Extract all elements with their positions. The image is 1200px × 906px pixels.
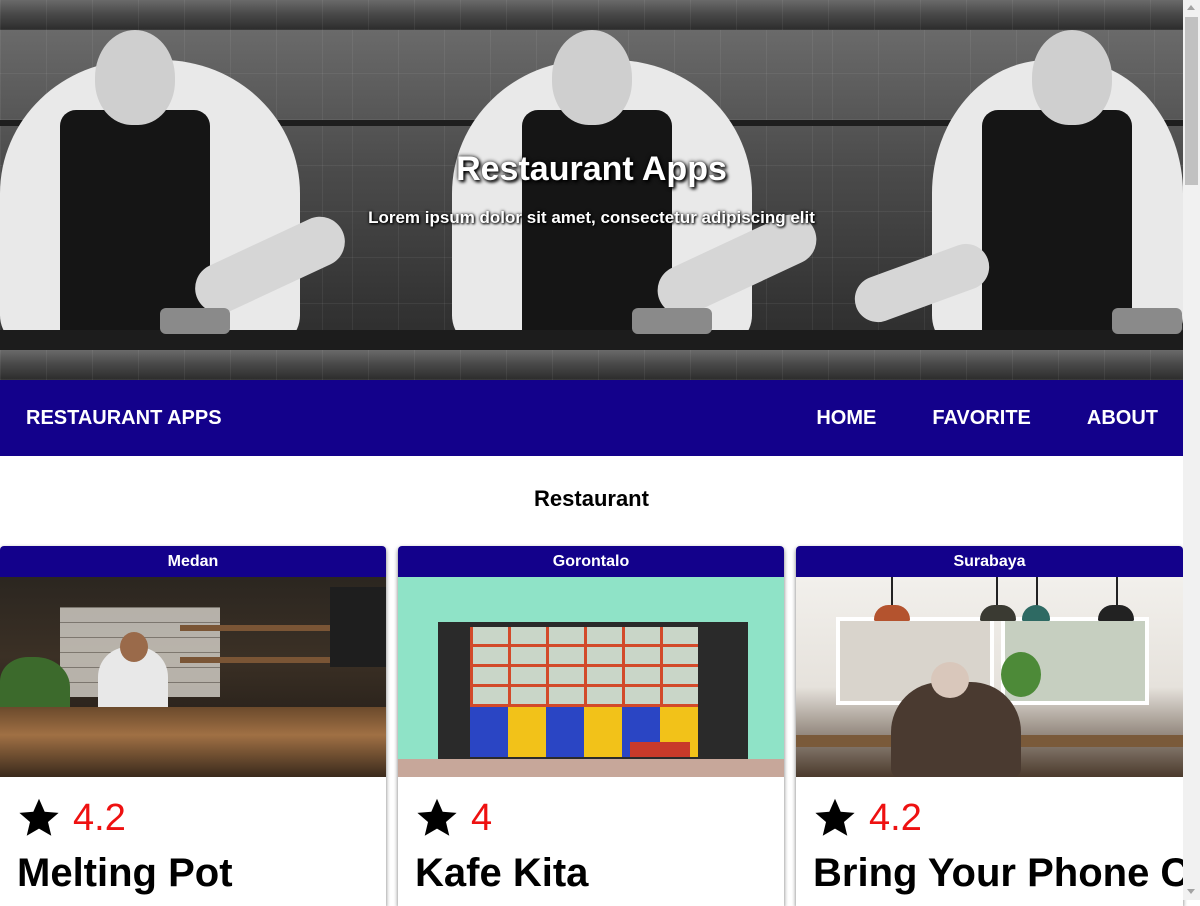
restaurant-list: Medan 4.2 Melting Pot Gorontalo 4 Kafe K… bbox=[0, 546, 1183, 906]
section-title: Restaurant bbox=[534, 486, 649, 511]
rating-value: 4.2 bbox=[869, 796, 922, 839]
restaurant-name[interactable]: Bring Your Phone Cafe bbox=[813, 851, 1183, 896]
hero-banner: Restaurant Apps Lorem ipsum dolor sit am… bbox=[0, 0, 1183, 380]
star-icon bbox=[417, 798, 457, 836]
restaurant-card[interactable]: Surabaya 4.2 Bring Your Phone Cafe bbox=[796, 546, 1183, 906]
restaurant-rating: 4 bbox=[415, 795, 784, 841]
scrollbar-up-arrow[interactable] bbox=[1187, 5, 1195, 10]
rating-value: 4 bbox=[471, 796, 493, 839]
restaurant-name[interactable]: Kafe Kita bbox=[415, 851, 784, 896]
restaurant-city: Surabaya bbox=[796, 546, 1183, 577]
restaurant-photo bbox=[398, 577, 784, 777]
hero-subtitle: Lorem ipsum dolor sit amet, consectetur … bbox=[368, 208, 815, 227]
star-icon bbox=[815, 798, 855, 836]
restaurant-name[interactable]: Melting Pot bbox=[17, 851, 386, 896]
nav-link-home[interactable]: HOME bbox=[816, 407, 876, 430]
restaurant-city: Gorontalo bbox=[398, 546, 784, 577]
nav-link-about[interactable]: ABOUT bbox=[1087, 407, 1158, 430]
restaurant-card[interactable]: Gorontalo 4 Kafe Kita bbox=[398, 546, 784, 906]
restaurant-photo bbox=[0, 577, 386, 777]
rating-value: 4.2 bbox=[73, 796, 126, 839]
nav-links: HOME FAVORITE ABOUT bbox=[760, 407, 1158, 430]
nav-link-favorite[interactable]: FAVORITE bbox=[932, 407, 1031, 430]
brand-link[interactable]: RESTAURANT APPS bbox=[26, 407, 222, 430]
scrollbar-down-arrow[interactable] bbox=[1187, 889, 1195, 894]
navbar: RESTAURANT APPS HOME FAVORITE ABOUT bbox=[0, 380, 1183, 456]
hero-text: Restaurant Apps Lorem ipsum dolor sit am… bbox=[0, 0, 1183, 380]
restaurant-card[interactable]: Medan 4.2 Melting Pot bbox=[0, 546, 386, 906]
star-icon bbox=[19, 798, 59, 836]
restaurant-rating: 4.2 bbox=[813, 795, 1183, 841]
scrollbar[interactable] bbox=[1183, 0, 1200, 900]
restaurant-photo bbox=[796, 577, 1183, 777]
restaurant-city: Medan bbox=[0, 546, 386, 577]
scrollbar-thumb[interactable] bbox=[1185, 17, 1198, 185]
hero-title: Restaurant Apps bbox=[456, 150, 727, 188]
restaurant-rating: 4.2 bbox=[17, 795, 386, 841]
